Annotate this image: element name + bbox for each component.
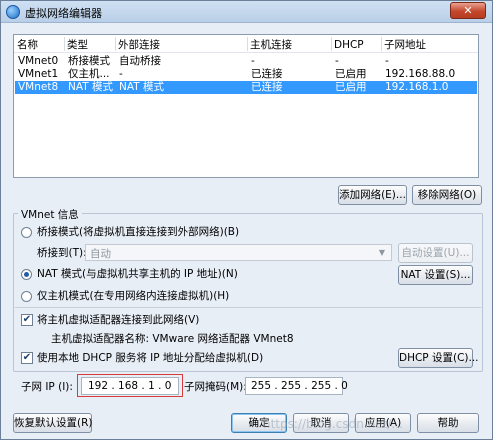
vmnet-info-title: VMnet 信息 xyxy=(18,207,82,222)
column-header[interactable]: 子网地址 xyxy=(384,38,474,52)
table-cell: 自动桥接 xyxy=(119,55,161,67)
bridged-to-select[interactable]: 自动 ▼ xyxy=(85,244,392,261)
subnet-ip-input[interactable]: 192 . 168 . 1 . 0 xyxy=(81,377,179,395)
table-cell: VMnet8 xyxy=(18,81,59,93)
column-header[interactable]: 外部连接 xyxy=(118,38,248,52)
table-row-selected[interactable]: VMnet8 NAT 模式 NAT 模式 已连接 已启用 192.168.1.0 xyxy=(15,81,477,94)
nat-mode-radio[interactable] xyxy=(21,269,32,280)
adapter-name-label: 主机虚拟适配器名称: VMware 网络适配器 VMnet8 xyxy=(51,333,294,345)
restore-defaults-button[interactable]: 恢复默认设置(R) xyxy=(13,413,93,433)
table-cell: - xyxy=(335,55,339,67)
remove-network-button[interactable]: 移除网络(O) xyxy=(412,185,482,205)
add-network-button[interactable]: 添加网络(E)... xyxy=(338,185,407,205)
nat-mode-label[interactable]: NAT 模式(与虚拟机共享主机的 IP 地址)(N) xyxy=(37,267,238,281)
bridged-mode-label[interactable]: 桥接模式(将虚拟机直接连接到外部网络)(B) xyxy=(37,225,239,239)
table-cell: VMnet0 xyxy=(18,55,59,67)
bridged-to-value: 自动 xyxy=(90,248,111,260)
connect-adapter-checkbox[interactable]: ✔ xyxy=(21,314,33,326)
chevron-down-icon: ▼ xyxy=(378,248,386,257)
dhcp-checkbox[interactable]: ✔ xyxy=(21,352,33,364)
dhcp-label[interactable]: 使用本地 DHCP 服务将 IP 地址分配给虚拟机(D) xyxy=(37,351,263,365)
help-button[interactable]: 帮助 xyxy=(417,413,479,433)
connect-adapter-label[interactable]: 将主机虚拟适配器连接到此网络(V) xyxy=(37,313,199,327)
table-cell: 仅主机... xyxy=(68,68,110,80)
table-cell: VMnet1 xyxy=(18,68,59,80)
table-cell: NAT 模式 xyxy=(119,81,164,93)
table-cell: 已连接 xyxy=(251,81,283,93)
table-cell: 192.168.1.0 xyxy=(385,81,449,93)
host-only-radio[interactable] xyxy=(21,291,32,302)
network-table: 名称 类型 外部连接 主机连接 DHCP 子网地址 VMnet0 桥接模式 自动… xyxy=(13,34,479,178)
bridged-to-label: 桥接到(T): xyxy=(37,247,87,259)
table-cell: 已启用 xyxy=(335,68,367,80)
table-header: 名称 类型 外部连接 主机连接 DHCP 子网地址 xyxy=(14,35,478,53)
title-bar[interactable]: 虚拟网络编辑器 ✕ xyxy=(1,1,492,23)
table-cell: 桥接模式 xyxy=(68,55,110,67)
auto-settings-button[interactable]: 自动设置(U)... xyxy=(398,243,473,263)
window-title: 虚拟网络编辑器 xyxy=(25,7,102,20)
table-row[interactable]: VMnet0 桥接模式 自动桥接 - - - xyxy=(15,55,477,68)
table-cell: 已启用 xyxy=(335,81,367,93)
host-only-label[interactable]: 仅主机模式(在专用网络内连接虚拟机)(H) xyxy=(37,289,229,303)
subnet-ip-label: 子网 IP (I): xyxy=(21,381,73,393)
dhcp-settings-button[interactable]: DHCP 设置(C)... xyxy=(398,348,479,368)
table-cell: - xyxy=(119,68,123,80)
divider xyxy=(15,307,481,308)
table-cell: 已连接 xyxy=(251,68,283,80)
table-cell: - xyxy=(385,55,389,67)
table-cell: NAT 模式 xyxy=(68,81,113,93)
column-header[interactable]: 名称 xyxy=(17,38,63,52)
table-cell: 192.168.88.0 xyxy=(385,68,456,80)
subnet-mask-label: 子网掩码(M): xyxy=(184,381,247,393)
close-button[interactable]: ✕ xyxy=(450,2,486,19)
bridged-mode-radio[interactable] xyxy=(21,227,32,238)
virtual-network-editor-window: 虚拟网络编辑器 ✕ 名称 类型 外部连接 主机连接 DHCP 子网地址 VMne… xyxy=(0,0,493,440)
watermark-text: https://blog.csdn.net/... xyxy=(263,417,403,431)
column-header[interactable]: DHCP xyxy=(334,38,380,52)
network-globe-icon xyxy=(6,5,20,19)
subnet-mask-input[interactable]: 255 . 255 . 255 . 0 xyxy=(245,377,348,395)
table-row[interactable]: VMnet1 仅主机... - 已连接 已启用 192.168.88.0 xyxy=(15,68,477,81)
column-header[interactable]: 类型 xyxy=(67,38,115,52)
nat-settings-button[interactable]: NAT 设置(S)... xyxy=(398,265,473,285)
column-header[interactable]: 主机连接 xyxy=(250,38,330,52)
table-cell: - xyxy=(251,55,255,67)
